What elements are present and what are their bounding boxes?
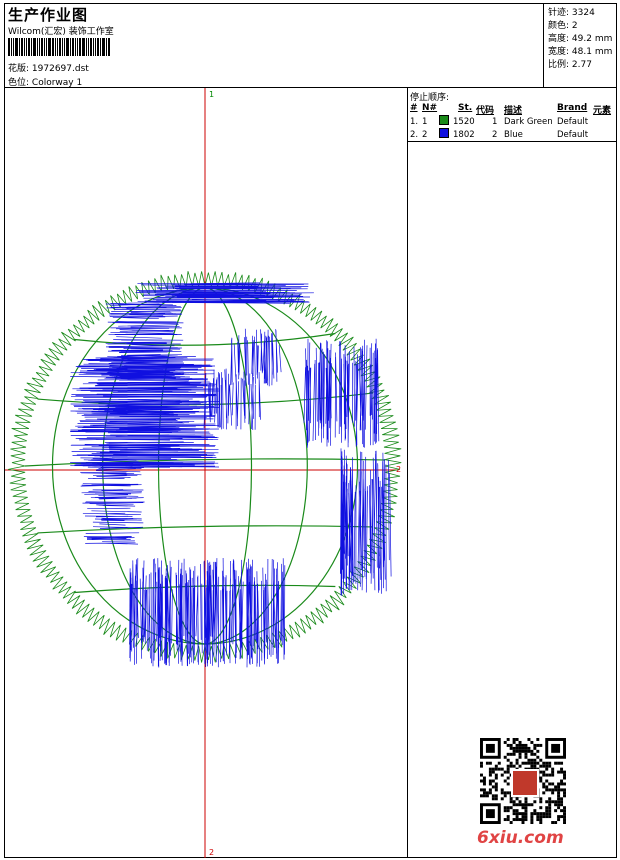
- axis-marker-bottom: 2: [209, 848, 214, 857]
- axis-marker-top: 1: [209, 90, 214, 99]
- row-hash: 1.: [410, 117, 419, 127]
- watermark-logo: 6xiu.com: [477, 828, 564, 848]
- continent-fill: [80, 457, 145, 545]
- stat-stitches: 针迹: 3324: [548, 5, 595, 18]
- col-st: St.: [458, 103, 473, 113]
- colorway-value: Colorway 1: [31, 78, 83, 88]
- color-swatch: [439, 115, 449, 125]
- design-file: 花版: 1972697.dst: [8, 61, 89, 74]
- stat-value: 49.2 mm: [571, 34, 613, 44]
- continent-fill: [340, 448, 392, 596]
- row-code: 1: [492, 117, 498, 127]
- stop-sequence-title: 停止顺序:: [410, 93, 450, 103]
- studio-name: Wilcom(汇宏) 装饰工作室: [8, 27, 114, 37]
- row-desc: Blue: [504, 130, 523, 140]
- col-no: N#: [422, 103, 438, 113]
- panel-separator: [407, 141, 617, 142]
- row-no: 2: [422, 130, 428, 140]
- row-st: 1802: [453, 130, 475, 140]
- stat-value: 48.1 mm: [571, 47, 613, 57]
- stat-label: 高度:: [548, 34, 570, 44]
- stat-height: 高度: 49.2 mm: [548, 31, 612, 44]
- stat-width: 宽度: 48.1 mm: [548, 44, 612, 57]
- stats-divider: [543, 3, 544, 88]
- stat-label: 针迹:: [548, 8, 570, 18]
- stat-label: 比例:: [548, 60, 570, 70]
- stat-value: 2: [571, 21, 578, 31]
- row-code: 2: [492, 130, 498, 140]
- stat-label: 宽度:: [548, 47, 570, 57]
- design-label: 花版:: [8, 64, 30, 74]
- continent-fill: [129, 557, 286, 668]
- row-no: 1: [422, 117, 428, 127]
- col-desc: 描述: [504, 106, 523, 116]
- row-hash: 2.: [410, 130, 419, 140]
- col-hash: #: [410, 103, 418, 113]
- blue-continents: [70, 282, 392, 668]
- stat-value: 2.77: [571, 60, 592, 70]
- row-st: 1520: [453, 117, 475, 127]
- continent-fill: [105, 301, 185, 379]
- barcode: [8, 38, 141, 56]
- colorway: 色位: Colorway 1: [8, 75, 82, 88]
- page-title: 生产作业图: [8, 6, 89, 24]
- colorway-label: 色位:: [8, 78, 30, 88]
- panel-divider: [407, 88, 408, 858]
- color-swatch: [439, 128, 449, 138]
- meridian-line: [204, 287, 308, 645]
- stat-label: 颜色:: [548, 21, 570, 31]
- centering-axes: [5, 88, 397, 858]
- seal-stamp: [511, 769, 539, 797]
- stat-value: 3324: [571, 8, 595, 18]
- row-brand: Default: [557, 130, 589, 140]
- embroidery-design: 1 2 2: [5, 88, 402, 858]
- col-element: 元素: [593, 106, 612, 116]
- row-brand: Default: [557, 117, 589, 127]
- row-desc: Dark Green: [504, 117, 553, 127]
- stat-colors: 颜色: 2: [548, 18, 578, 31]
- stat-ratio: 比例: 2.77: [548, 57, 592, 70]
- continent-fill: [230, 328, 282, 387]
- design-value: 1972697.dst: [31, 64, 89, 74]
- col-brand: Brand: [557, 103, 588, 113]
- axis-marker-right: 2: [396, 465, 401, 474]
- col-code: 代码: [476, 106, 495, 116]
